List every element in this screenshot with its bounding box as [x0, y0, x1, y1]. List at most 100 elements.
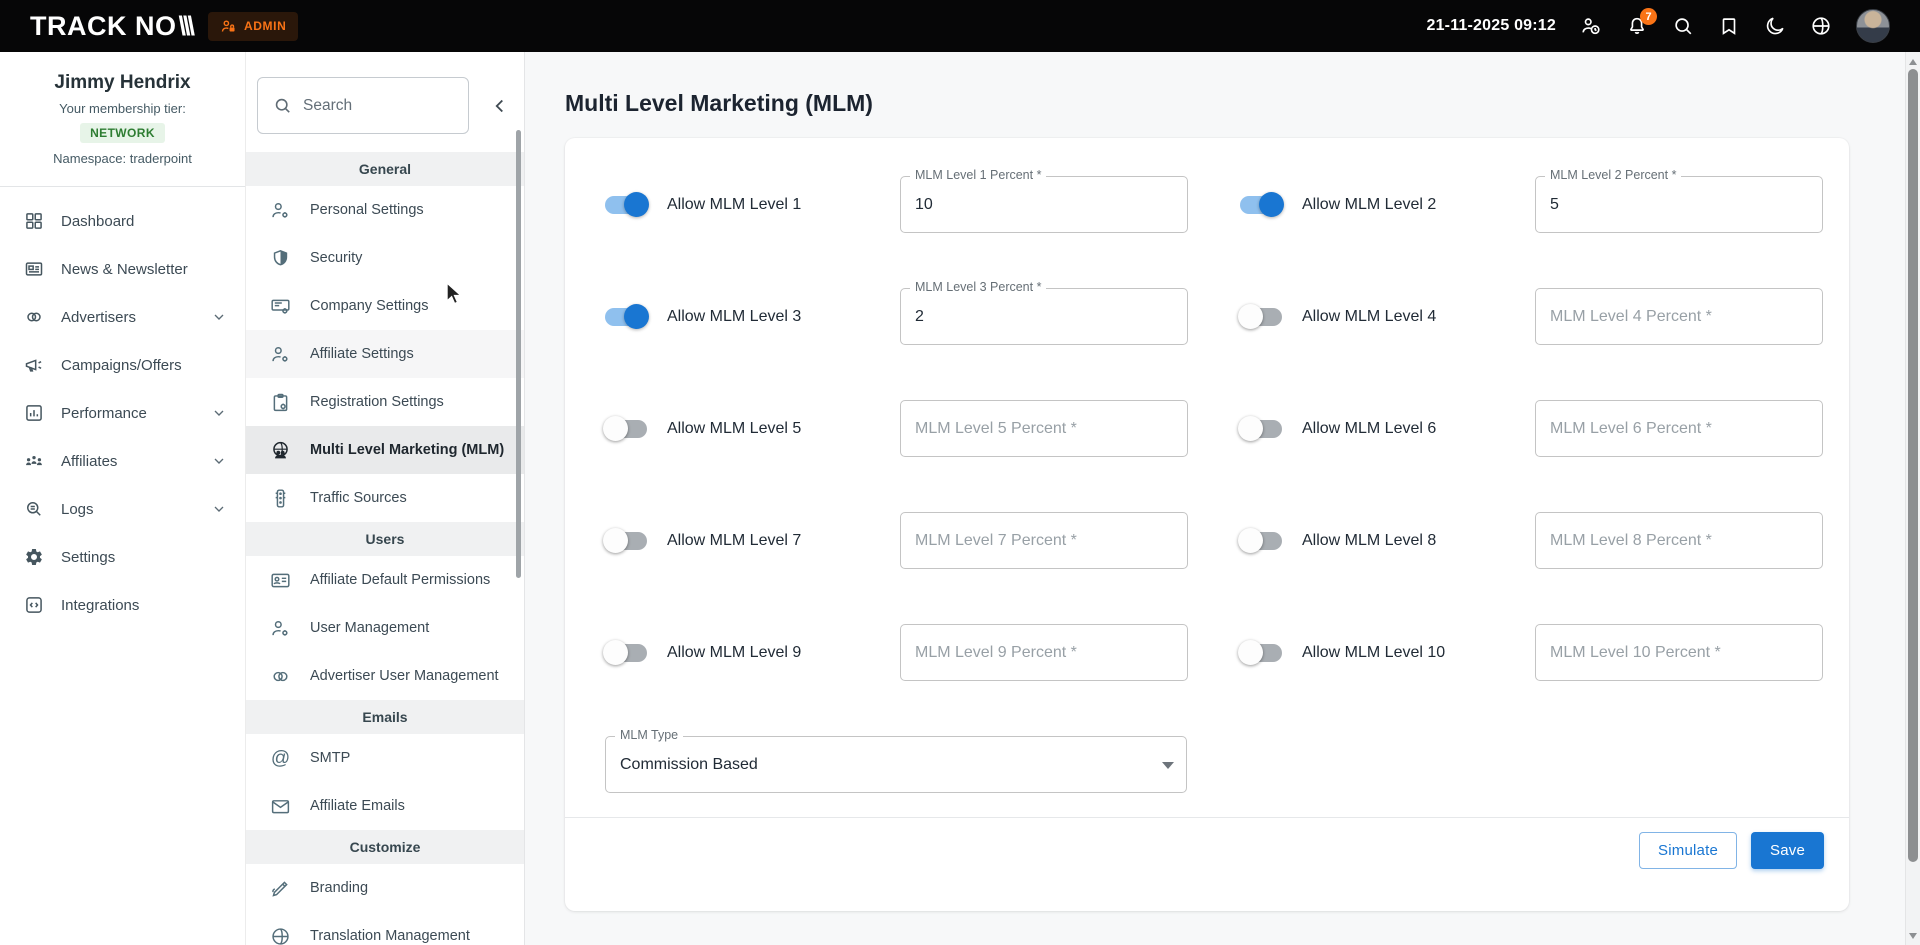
- mlm-type-select[interactable]: MLM Type Commission Based: [605, 736, 1187, 793]
- allow-mlm-level-6-toggle-group: Allow MLM Level 6: [1240, 400, 1535, 457]
- dark-mode-moon-icon[interactable]: [1764, 15, 1786, 37]
- settings-item-security[interactable]: Security: [246, 234, 524, 282]
- mlm-level-3-switch[interactable]: [605, 308, 647, 326]
- mlm-level-4-percent-input[interactable]: [1536, 289, 1822, 344]
- envelope-icon: [270, 796, 291, 817]
- sidebar-item-performance[interactable]: Performance: [0, 389, 245, 437]
- mlm-level-1-switch[interactable]: [605, 196, 647, 214]
- bookmark-icon[interactable]: [1718, 15, 1740, 37]
- mlm-level-7-switch[interactable]: [605, 532, 647, 550]
- toggle-label: Allow MLM Level 5: [667, 420, 801, 438]
- caret-down-icon: [1162, 762, 1174, 769]
- mlm-level-8-switch[interactable]: [1240, 532, 1282, 550]
- person-gear-icon: [270, 618, 291, 639]
- chevron-down-icon: [211, 453, 227, 469]
- mlm-level-1-percent-field: MLM Level 1 Percent *: [900, 176, 1188, 233]
- allow-mlm-level-7-toggle-group: Allow MLM Level 7: [605, 512, 900, 569]
- sidebar-item-advertisers[interactable]: Advertisers: [0, 293, 245, 341]
- membership-tier-label: Your membership tier:: [0, 101, 245, 116]
- mlm-level-9-switch[interactable]: [605, 644, 647, 662]
- page-scrollbar[interactable]: [1905, 52, 1920, 945]
- save-button[interactable]: Save: [1751, 832, 1824, 869]
- mlm-level-5-percent-field: [900, 400, 1188, 457]
- shield-icon: [270, 248, 291, 269]
- allow-mlm-level-8-toggle-group: Allow MLM Level 8: [1240, 512, 1535, 569]
- sidebar-nav: Dashboard News & Newsletter Advertisers …: [0, 187, 245, 629]
- mlm-level-2-percent-input[interactable]: [1536, 177, 1822, 232]
- mlm-level-9-percent-input[interactable]: [901, 625, 1187, 680]
- chevron-down-icon: [211, 405, 227, 421]
- settings-item-affiliate-settings[interactable]: Affiliate Settings: [246, 330, 524, 378]
- field-label: MLM Level 3 Percent *: [910, 280, 1046, 294]
- user-clock-icon[interactable]: [1580, 15, 1602, 37]
- settings-item-affiliate-default-permissions[interactable]: Affiliate Default Permissions: [246, 556, 524, 604]
- settings-submenu: General Personal Settings Security Compa…: [245, 52, 525, 945]
- tier-badge: NETWORK: [80, 123, 165, 143]
- settings-item-advertiser-user-management[interactable]: Advertiser User Management: [246, 652, 524, 700]
- mlm-level-8-percent-input[interactable]: [1536, 513, 1822, 568]
- settings-item-translation-management[interactable]: Translation Management: [246, 912, 524, 945]
- search-box[interactable]: [257, 77, 469, 134]
- settings-item-registration-settings[interactable]: Registration Settings: [246, 378, 524, 426]
- admin-badge: ADMIN: [208, 12, 298, 41]
- mlm-level-2-percent-field: MLM Level 2 Percent *: [1535, 176, 1823, 233]
- section-header-emails: Emails: [246, 700, 524, 734]
- settings-item-branding[interactable]: Branding: [246, 864, 524, 912]
- card-gear-icon: [270, 296, 291, 317]
- mlm-level-10-switch[interactable]: [1240, 644, 1282, 662]
- mlm-level-6-percent-input[interactable]: [1536, 401, 1822, 456]
- settings-item-user-management[interactable]: User Management: [246, 604, 524, 652]
- section-header-users: Users: [246, 522, 524, 556]
- settings-item-traffic-sources[interactable]: Traffic Sources: [246, 474, 524, 522]
- mlm-level-1-percent-input[interactable]: [901, 177, 1187, 232]
- settings-item-affiliate-emails[interactable]: Affiliate Emails: [246, 782, 524, 830]
- mlm-level-5-switch[interactable]: [605, 420, 647, 438]
- sidebar-item-integrations[interactable]: Integrations: [0, 581, 245, 629]
- mlm-level-10-percent-input[interactable]: [1536, 625, 1822, 680]
- search-input[interactable]: [303, 97, 456, 115]
- scroll-up-arrow[interactable]: [1906, 54, 1920, 69]
- simulate-button[interactable]: Simulate: [1639, 832, 1737, 869]
- settings-item-smtp[interactable]: @ SMTP: [246, 734, 524, 782]
- admin-user-lock-icon: [220, 18, 237, 35]
- scrollbar-thumb[interactable]: [1908, 69, 1918, 862]
- topbar-right: 21-11-2025 09:12 7: [1426, 9, 1890, 43]
- toggle-label: Allow MLM Level 7: [667, 532, 801, 550]
- clipboard-gear-icon: [270, 392, 291, 413]
- mlm-type-row: MLM Type Commission Based: [605, 736, 1824, 793]
- toggle-label: Allow MLM Level 9: [667, 644, 801, 662]
- settings-item-personal-settings[interactable]: Personal Settings: [246, 186, 524, 234]
- collapse-panel-icon[interactable]: [489, 95, 511, 117]
- mlm-globe-people-icon: [270, 440, 291, 461]
- avatar[interactable]: [1856, 9, 1890, 43]
- sidebar-item-dashboard[interactable]: Dashboard: [0, 197, 245, 245]
- sidebar-item-campaigns-offers[interactable]: Campaigns/Offers: [0, 341, 245, 389]
- mlm-level-7-percent-input[interactable]: [901, 513, 1187, 568]
- sidebar-item-logs[interactable]: Logs: [0, 485, 245, 533]
- admin-badge-label: ADMIN: [244, 19, 286, 33]
- mlm-level-4-switch[interactable]: [1240, 308, 1282, 326]
- mlm-settings-card: Allow MLM Level 1 MLM Level 1 Percent * …: [565, 138, 1849, 911]
- search-icon[interactable]: [1672, 15, 1694, 37]
- settings-item-company-settings[interactable]: Company Settings: [246, 282, 524, 330]
- sidebar-item-settings[interactable]: Settings: [0, 533, 245, 581]
- toggle-label: Allow MLM Level 6: [1302, 420, 1436, 438]
- allow-mlm-level-5-toggle-group: Allow MLM Level 5: [605, 400, 900, 457]
- sidebar-item-affiliates[interactable]: Affiliates: [0, 437, 245, 485]
- mlm-level-2-switch[interactable]: [1240, 196, 1282, 214]
- allow-mlm-level-4-toggle-group: Allow MLM Level 4: [1240, 288, 1535, 345]
- logs-search-icon: [24, 499, 44, 519]
- submenu-scrollbar-thumb[interactable]: [516, 130, 521, 578]
- mlm-level-6-switch[interactable]: [1240, 420, 1282, 438]
- sidebar-item-news-newsletter[interactable]: News & Newsletter: [0, 245, 245, 293]
- gear-icon: [24, 547, 44, 567]
- mlm-level-3-percent-field: MLM Level 3 Percent *: [900, 288, 1188, 345]
- notifications-icon[interactable]: 7: [1626, 15, 1648, 37]
- mlm-level-5-percent-input[interactable]: [901, 401, 1187, 456]
- app-logo[interactable]: TRACK NO\\\: [30, 11, 192, 42]
- language-globe-icon[interactable]: [1810, 15, 1832, 37]
- settings-item-multi-level-marketing[interactable]: Multi Level Marketing (MLM): [246, 426, 524, 474]
- advertiser-rings-icon: [270, 666, 291, 687]
- mlm-level-3-percent-input[interactable]: [901, 289, 1187, 344]
- scroll-down-arrow[interactable]: [1906, 928, 1920, 943]
